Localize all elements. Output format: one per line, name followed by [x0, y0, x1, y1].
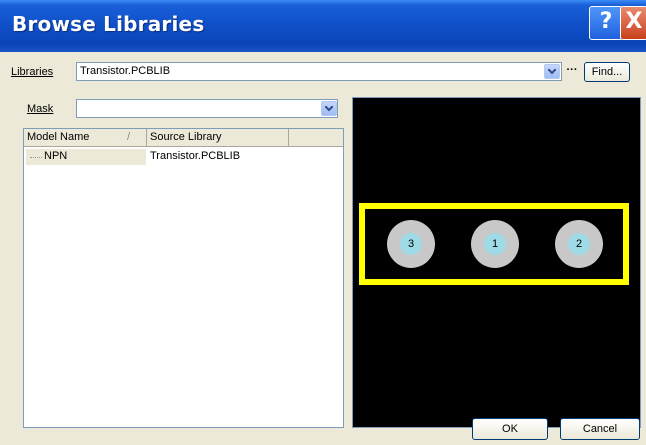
ok-button[interactable]: OK [472, 418, 548, 440]
browse-libraries-button[interactable]: ··· [565, 63, 579, 80]
pad-2-label: 2 [568, 233, 590, 255]
model-list[interactable]: Model Name / Source Library NPN Transist… [23, 128, 344, 428]
column-header-model-name-label: Model Name [27, 131, 90, 143]
cancel-button[interactable]: Cancel [560, 418, 640, 440]
help-button[interactable]: ? [589, 6, 623, 40]
mask-label: Mask [27, 103, 53, 115]
column-header-source-library-label: Source Library [150, 131, 222, 143]
column-header-model-name[interactable]: Model Name / [24, 129, 147, 147]
footprint-preview[interactable]: 3 1 2 [352, 97, 641, 428]
tree-line-icon [30, 157, 42, 158]
help-icon: ? [599, 9, 613, 34]
column-header-source-library[interactable]: Source Library [147, 129, 289, 147]
mask-combobox[interactable] [76, 99, 338, 118]
libraries-dropdown-button[interactable] [544, 64, 560, 79]
pad-2: 2 [555, 220, 603, 268]
chevron-down-icon [325, 106, 333, 112]
libraries-value: Transistor.PCBLIB [80, 65, 171, 77]
close-icon: X [625, 9, 643, 34]
sort-indicator-icon: / [127, 131, 131, 143]
chevron-down-icon [548, 69, 556, 75]
source-library-cell: Transistor.PCBLIB [150, 150, 241, 162]
pad-1: 1 [471, 220, 519, 268]
column-header-filler [289, 129, 343, 147]
mask-dropdown-button[interactable] [321, 101, 337, 116]
pad-3: 3 [387, 220, 435, 268]
libraries-combobox[interactable]: Transistor.PCBLIB [76, 62, 562, 81]
libraries-label: Libraries [11, 66, 54, 78]
pad-3-label: 3 [400, 233, 422, 255]
model-name-cell: NPN [44, 150, 68, 162]
find-button[interactable]: Find... [584, 62, 630, 82]
title-bar[interactable]: Browse Libraries ? X [0, 0, 646, 52]
close-button[interactable]: X [620, 6, 646, 40]
window-title: Browse Libraries [12, 12, 205, 36]
table-row[interactable]: NPN [26, 149, 146, 165]
mask-label-text: Mask [27, 103, 54, 115]
browse-libraries-dialog: Browse Libraries ? X Libraries Transisto… [0, 0, 646, 445]
pad-1-label: 1 [484, 233, 506, 255]
